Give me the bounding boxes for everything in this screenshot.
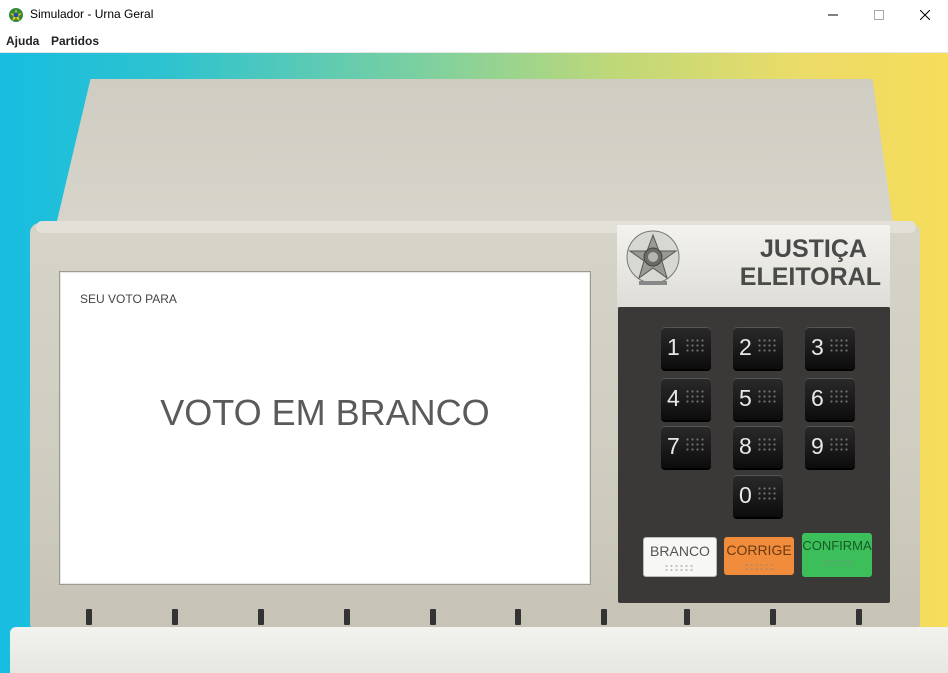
- close-icon: [920, 10, 930, 20]
- braille-dots: [685, 437, 705, 451]
- minimize-icon: [828, 14, 838, 16]
- braille-dots: [822, 559, 852, 567]
- maximize-button[interactable]: [856, 0, 902, 30]
- key-0[interactable]: 0: [733, 475, 783, 517]
- vote-message: VOTO EM BRANCO: [160, 392, 490, 433]
- vent-slot: [515, 609, 521, 625]
- key-label: 2: [739, 334, 752, 360]
- key-9[interactable]: 9: [805, 426, 855, 468]
- menu-item-partidos[interactable]: Partidos: [51, 34, 99, 48]
- key-8[interactable]: 8: [733, 426, 783, 468]
- key-label: 0: [739, 482, 752, 508]
- braille-dots: [829, 389, 849, 403]
- key-5[interactable]: 5: [733, 378, 783, 420]
- braille-dots: [757, 389, 777, 403]
- key-label: 8: [739, 433, 752, 459]
- vent-slot: [684, 609, 690, 625]
- vent-slot: [430, 609, 436, 625]
- key-label: 1: [667, 334, 680, 360]
- key-label: 4: [667, 385, 680, 411]
- voting-machine-scene: SEU VOTO PARA VOTO EM BRANCO JUSTIÇA ELE…: [0, 53, 948, 673]
- key-label: 9: [811, 433, 824, 459]
- key-label: 3: [811, 334, 824, 360]
- braille-dots: [757, 486, 777, 500]
- braille-dots: [685, 338, 705, 352]
- braille-dots: [757, 338, 777, 352]
- braille-dots: [744, 563, 774, 571]
- justica-eleitoral-plate: JUSTIÇA ELEITORAL: [617, 225, 890, 309]
- corrige-button[interactable]: CORRIGE: [724, 537, 794, 575]
- plate-title-line1: JUSTIÇA: [760, 235, 867, 263]
- braille-dots: [664, 564, 694, 572]
- confirma-label: CONFIRMA: [802, 538, 872, 553]
- braille-dots: [829, 437, 849, 451]
- key-1[interactable]: 1: [661, 327, 711, 369]
- braille-dots: [685, 389, 705, 403]
- maximize-icon: [874, 10, 884, 20]
- close-button[interactable]: [902, 0, 948, 30]
- key-4[interactable]: 4: [661, 378, 711, 420]
- confirma-button[interactable]: CONFIRMA: [802, 533, 872, 577]
- vent-slot: [856, 609, 862, 625]
- key-label: 7: [667, 433, 680, 459]
- vent-slot: [770, 609, 776, 625]
- vent-slot: [258, 609, 264, 625]
- coat-of-arms-icon: [626, 230, 680, 285]
- key-label: 5: [739, 385, 752, 411]
- key-2[interactable]: 2: [733, 327, 783, 369]
- braille-dots: [829, 338, 849, 352]
- branco-label: BRANCO: [650, 543, 710, 559]
- vent-slot: [172, 609, 178, 625]
- key-3[interactable]: 3: [805, 327, 855, 369]
- corrige-label: CORRIGE: [726, 542, 792, 558]
- key-7[interactable]: 7: [661, 426, 711, 468]
- menu-bar: Ajuda Partidos: [0, 30, 948, 53]
- window-title: Simulador - Urna Geral: [30, 7, 154, 21]
- urn-base: [10, 627, 948, 673]
- menu-item-ajuda[interactable]: Ajuda: [6, 34, 39, 48]
- plate-title-line2: ELEITORAL: [739, 263, 881, 291]
- braille-dots: [757, 437, 777, 451]
- title-bar: Simulador - Urna Geral: [0, 0, 948, 30]
- vote-header: SEU VOTO PARA: [80, 292, 177, 306]
- vent-slot: [601, 609, 607, 625]
- vent-slot: [344, 609, 350, 625]
- app-icon: [9, 8, 23, 22]
- branco-button[interactable]: BRANCO: [643, 537, 717, 577]
- minimize-button[interactable]: [810, 0, 856, 30]
- key-label: 6: [811, 385, 824, 411]
- ballot-screen: SEU VOTO PARA VOTO EM BRANCO: [59, 271, 591, 585]
- key-6[interactable]: 6: [805, 378, 855, 420]
- vent-slot: [86, 609, 92, 625]
